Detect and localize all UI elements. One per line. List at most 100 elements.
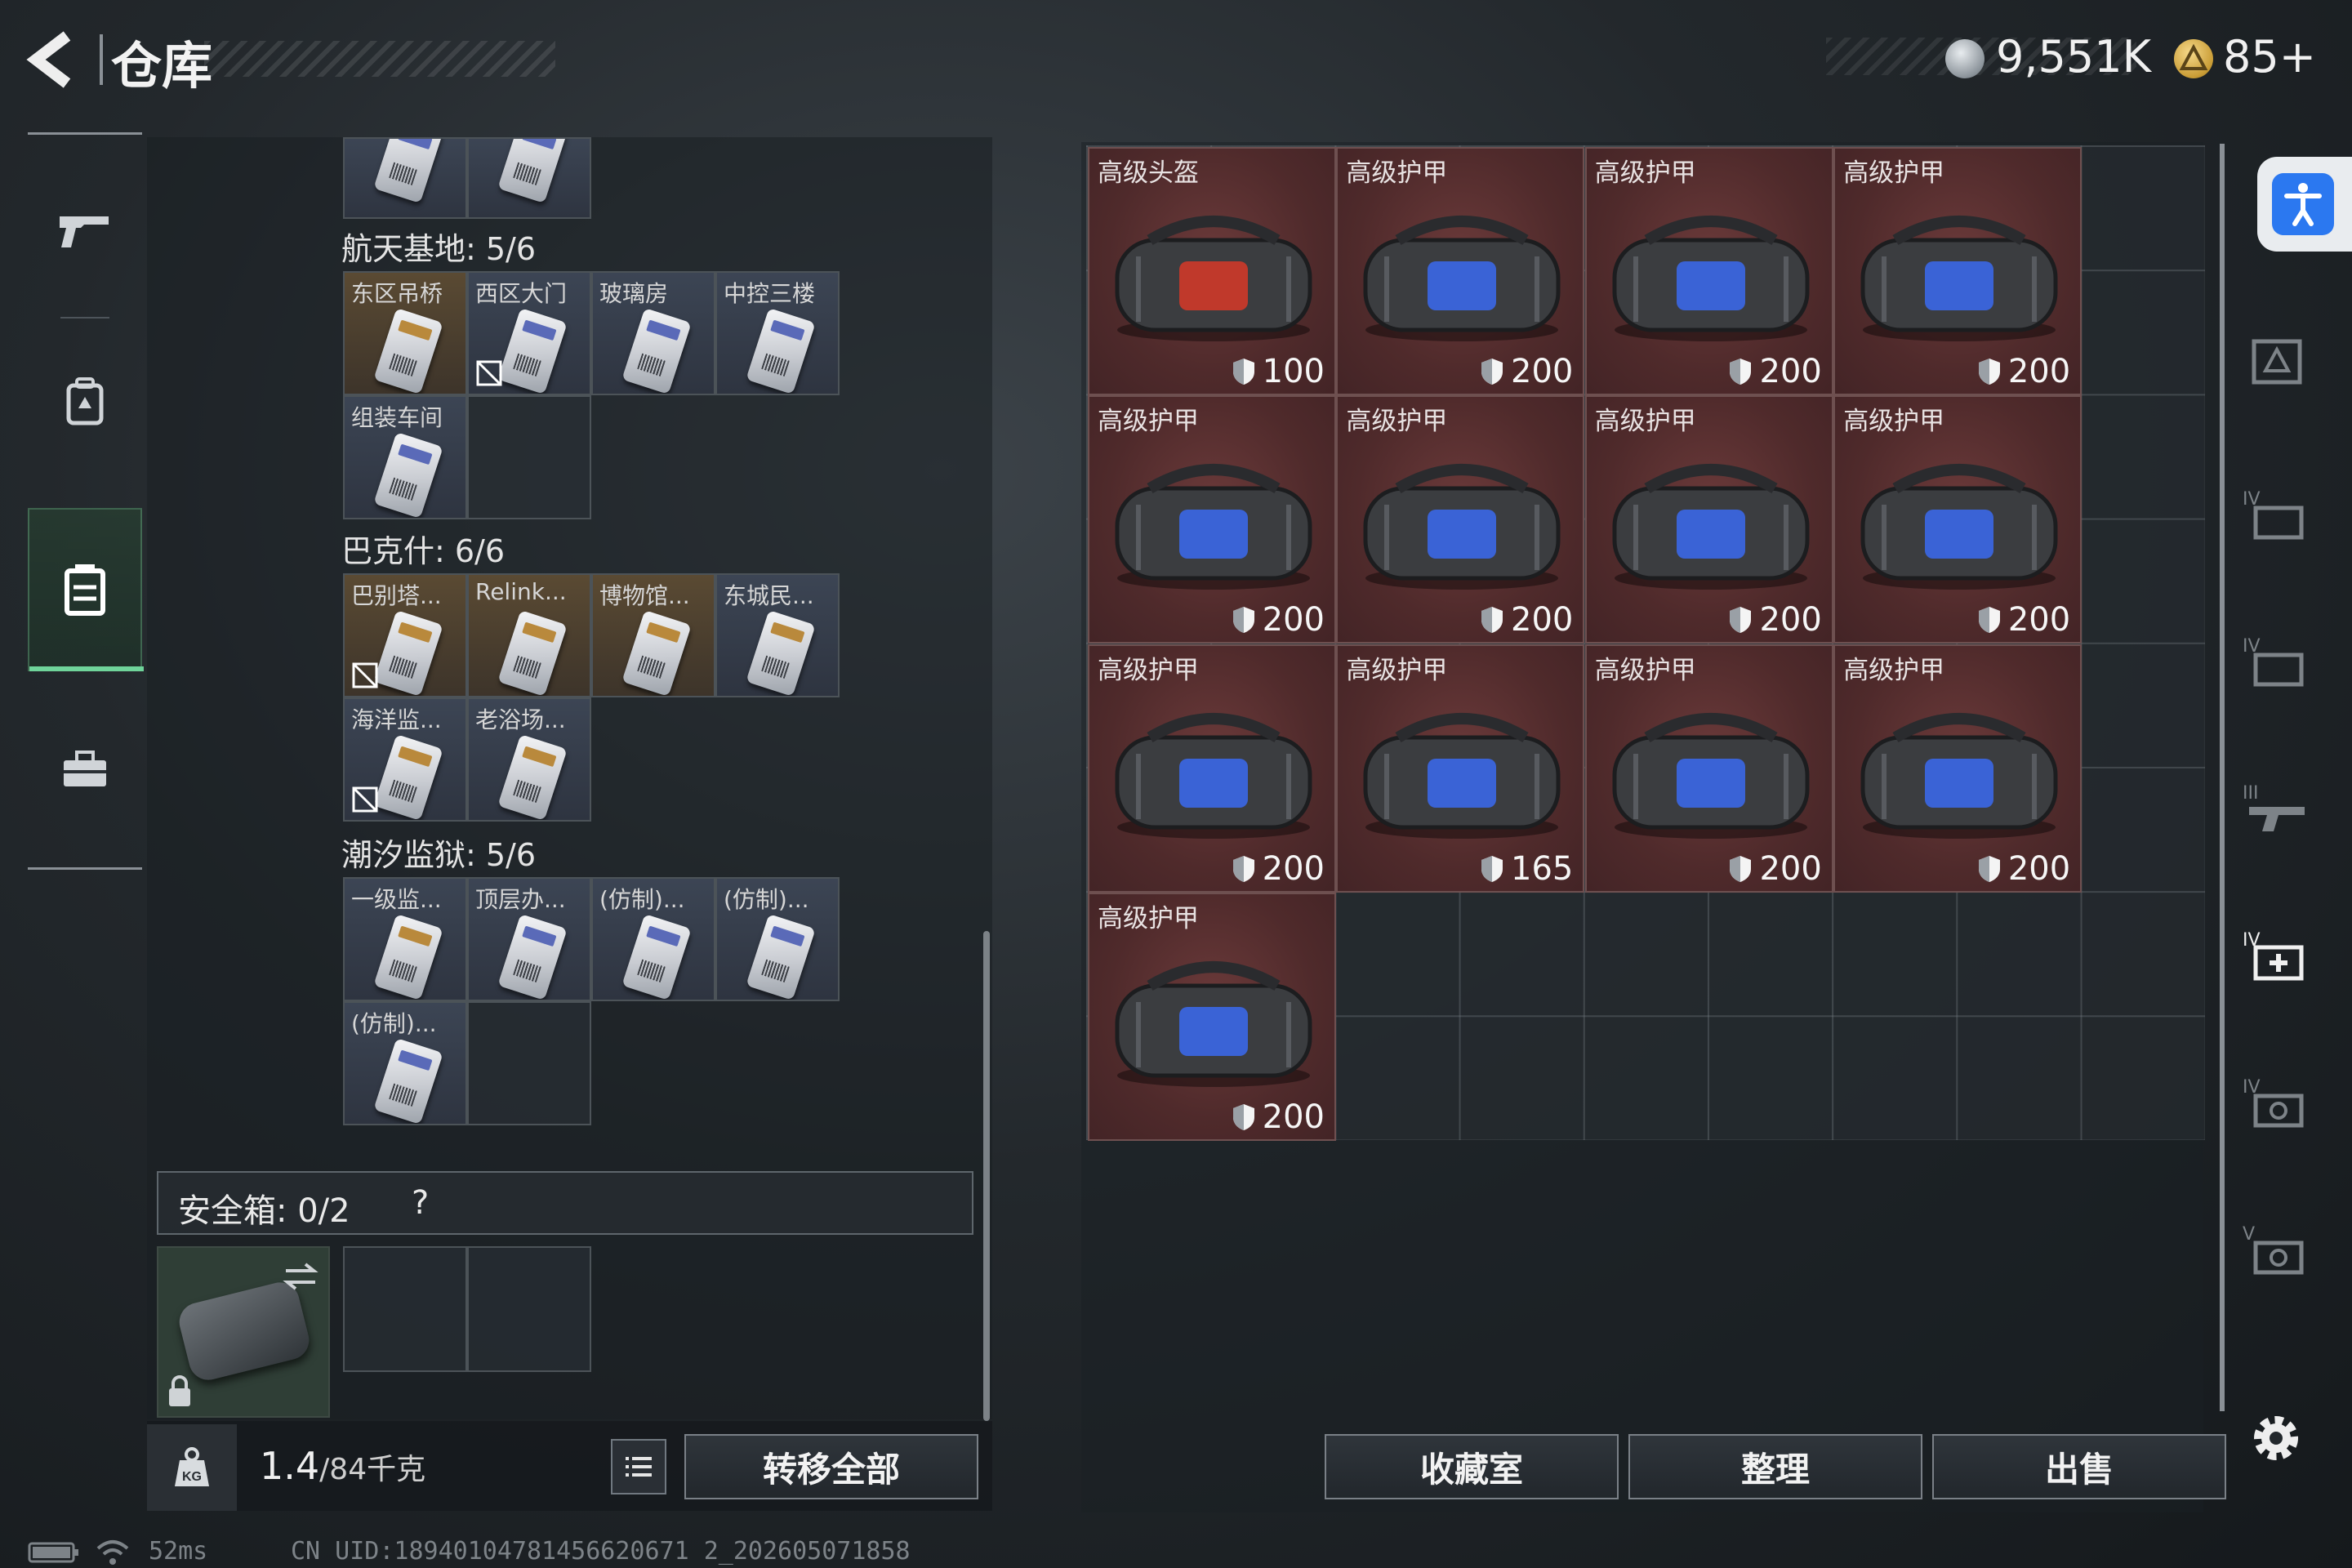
item-armor[interactable]: 高级护甲 200 (1584, 147, 1833, 395)
item-armor[interactable]: 高级护甲 200 (1088, 893, 1336, 1142)
armor-filter-iv-icon[interactable]: IV (2238, 482, 2316, 547)
durability-value: 200 (2007, 849, 2071, 888)
item-armor[interactable]: 高级护甲 200 (1833, 395, 2082, 644)
key-slot[interactable]: 玻璃房 (591, 271, 715, 395)
group-title-bakhsh: 巴克什: 6/6 (341, 533, 506, 569)
nav-item-weapons[interactable] (28, 149, 142, 312)
item-helmet[interactable]: 高级头盔 100 (1088, 147, 1336, 395)
key-slot[interactable]: (仿制)... (343, 1001, 467, 1125)
transfer-all-button[interactable]: 转移全部 (684, 1434, 978, 1499)
safe-case-slot[interactable] (157, 1246, 330, 1418)
not-allowed-icon (476, 360, 502, 386)
key-card-icon (746, 609, 816, 696)
item-armor[interactable]: 高级护甲 200 (1833, 147, 2082, 395)
item-durability: 200 (1480, 601, 1573, 639)
item-name: 高级头盔 (1098, 158, 1199, 188)
item-armor[interactable]: 高级护甲 200 (1584, 395, 1833, 644)
item-durability: 100 (1232, 353, 1325, 390)
item-armor[interactable]: 高级护甲 165 (1336, 644, 1585, 893)
list-icon (626, 1457, 652, 1477)
item-armor[interactable]: 高级护甲 200 (1833, 644, 2082, 893)
not-allowed-icon (352, 786, 378, 813)
nav-item-equipment[interactable] (28, 328, 142, 475)
durability-value: 165 (1511, 849, 1574, 888)
valuables-filter-v-icon[interactable]: V (2238, 1217, 2316, 1282)
key-label: 东区吊桥 (351, 280, 443, 307)
key-slot[interactable]: 老浴场... (467, 697, 591, 822)
key-card-icon (497, 609, 568, 696)
shield-icon (1481, 855, 1503, 882)
weapon-filter-iii-icon[interactable]: III (2238, 776, 2316, 841)
safe-box-header[interactable]: 安全箱: 0/2 ? (157, 1171, 973, 1235)
item-accent-patch (1179, 758, 1248, 808)
key-slot[interactable]: 中控三楼 (715, 271, 840, 395)
key-slot[interactable]: 西区大门 (467, 271, 591, 395)
item-armor[interactable]: 高级护甲 200 (1336, 147, 1585, 395)
key-card-icon (497, 307, 568, 394)
key-slot[interactable]: (仿制)... (715, 877, 840, 1001)
armor-bag-icon (1860, 464, 2058, 590)
key-slot[interactable]: 巴别塔... (343, 573, 467, 697)
item-armor[interactable]: 高级护甲 200 (1584, 644, 1833, 893)
svg-text:KG: KG (182, 1470, 202, 1484)
settings-gear-icon[interactable] (2246, 1408, 2306, 1468)
armor-bag-icon (1860, 712, 2058, 839)
key-slot[interactable]: 海洋监... (343, 697, 467, 822)
safe-empty-slot (343, 1246, 467, 1372)
key-slot[interactable]: (仿制)... (591, 877, 715, 1001)
key-card-icon (746, 913, 816, 1000)
key-slot[interactable]: 顶层办... (467, 877, 591, 1001)
item-accent-patch (1925, 510, 1994, 559)
durability-value: 200 (1262, 1098, 1325, 1137)
collection-room-button[interactable]: 收藏室 (1325, 1434, 1619, 1499)
item-durability: 200 (1728, 353, 1822, 390)
key-slot-partial[interactable] (343, 137, 467, 219)
not-allowed-icon (352, 662, 378, 688)
key-card-icon (373, 609, 443, 696)
sort-button[interactable]: 整理 (1628, 1434, 1922, 1499)
key-slot[interactable]: 东区吊桥 (343, 271, 467, 395)
backpack-filter-iv-icon[interactable]: IV (2238, 629, 2316, 694)
medical-filter-iv-icon[interactable]: IV (2238, 923, 2316, 988)
item-durability: 200 (1480, 353, 1573, 390)
item-durability: 165 (1480, 850, 1573, 888)
group-title-aerospace-base: 航天基地: 5/6 (341, 231, 537, 267)
secure-case-icon (175, 1278, 314, 1384)
swap-icon[interactable] (281, 1259, 320, 1292)
durability-value: 100 (1262, 353, 1325, 390)
key-slot[interactable]: Relink... (467, 573, 591, 697)
armor-bag-icon (1363, 712, 1561, 839)
list-view-button[interactable] (611, 1439, 666, 1494)
item-durability: 200 (1977, 850, 2070, 888)
item-name: 高级护甲 (1843, 158, 1945, 188)
key-slot[interactable]: 组装车间 (343, 395, 467, 519)
sell-button[interactable]: 出售 (1932, 1434, 2226, 1499)
item-armor[interactable]: 高级护甲 200 (1088, 644, 1336, 893)
key-slot[interactable]: 博物馆... (591, 573, 715, 697)
empty-slot (467, 1001, 591, 1125)
help-icon[interactable]: ? (412, 1184, 429, 1222)
valuables-filter-iv-icon[interactable]: IV (2238, 1070, 2316, 1135)
key-slot[interactable]: 一级监... (343, 877, 467, 1001)
armor-bag-icon (1612, 216, 1810, 341)
shield-icon (1978, 359, 2000, 385)
battery-icon (28, 1542, 78, 1563)
key-card-icon (746, 307, 816, 394)
weight-readout: 1.4/84千克 (260, 1444, 425, 1488)
accessibility-button[interactable] (2257, 157, 2352, 252)
item-name: 高级护甲 (1346, 655, 1448, 685)
nav-item-tools[interactable] (28, 688, 142, 851)
item-name: 高级护甲 (1594, 655, 1696, 685)
key-slot[interactable]: 东城民... (715, 573, 840, 697)
armor-bag-icon (1363, 216, 1561, 341)
item-name: 高级护甲 (1098, 407, 1199, 437)
item-armor[interactable]: 高级护甲 200 (1088, 395, 1336, 644)
container-filter-icon[interactable] (2238, 327, 2316, 392)
nav-item-storage[interactable] (28, 508, 144, 671)
key-slot-partial[interactable] (467, 137, 591, 219)
nav-separator (60, 317, 109, 318)
back-button[interactable] (24, 31, 90, 88)
storage-scrollbar[interactable] (983, 931, 990, 1421)
item-armor[interactable]: 高级护甲 200 (1336, 395, 1585, 644)
silver-coin-icon (1945, 39, 1984, 78)
